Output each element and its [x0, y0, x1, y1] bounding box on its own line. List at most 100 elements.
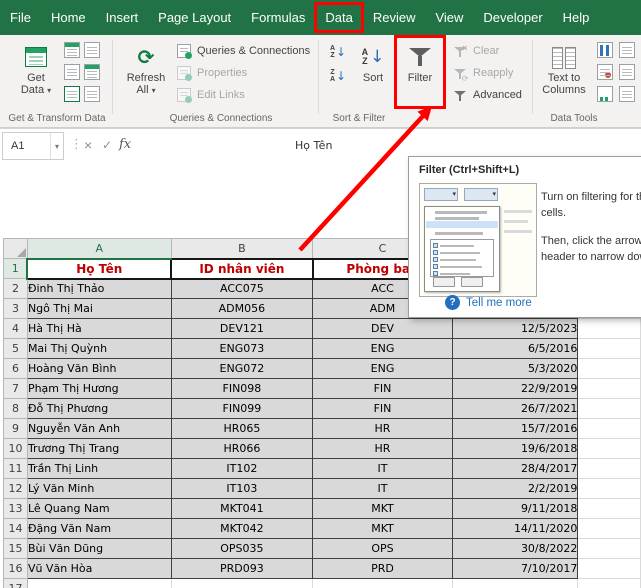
cell[interactable]: FIN099: [170, 398, 314, 419]
cell[interactable]: Họ Tên: [26, 257, 173, 280]
sort-button[interactable]: A Z ↓ Sort: [352, 38, 394, 110]
row-header-6[interactable]: 6: [3, 358, 28, 379]
from-web-icon[interactable]: [64, 64, 80, 80]
cell[interactable]: [577, 538, 641, 559]
tab-review[interactable]: Review: [363, 3, 426, 32]
cell[interactable]: Hà Thị Hà: [26, 318, 172, 339]
cell[interactable]: 19/6/2018: [451, 438, 579, 459]
cell[interactable]: 30/8/2022: [451, 538, 579, 559]
text-to-columns-button[interactable]: Text to Columns: [536, 38, 592, 110]
row-header-8[interactable]: 8: [3, 398, 28, 419]
cell[interactable]: ENG072: [170, 358, 314, 379]
tab-insert[interactable]: Insert: [96, 3, 149, 32]
cell[interactable]: [577, 378, 641, 399]
cell[interactable]: [577, 398, 641, 419]
cell[interactable]: [451, 578, 579, 588]
clear-filter-button[interactable]: × Clear: [452, 42, 499, 60]
cell[interactable]: Phạm Thị Hương: [26, 378, 172, 399]
cell[interactable]: Hoàng Văn Bình: [26, 358, 172, 379]
formula-bar-content[interactable]: Họ Tên: [295, 129, 332, 162]
cell[interactable]: MKT: [312, 518, 453, 539]
cell[interactable]: HR: [312, 418, 453, 439]
cell[interactable]: Trần Thị Linh: [26, 458, 172, 479]
column-header-B[interactable]: B: [170, 238, 314, 259]
properties-button[interactable]: Properties: [176, 64, 247, 82]
cell[interactable]: FIN: [312, 378, 453, 399]
remove-duplicates-icon[interactable]: [619, 42, 635, 58]
chevron-down-icon[interactable]: ▾: [49, 133, 63, 159]
cell[interactable]: ENG: [312, 338, 453, 359]
cell[interactable]: 9/11/2018: [451, 498, 579, 519]
cell[interactable]: DEV121: [170, 318, 314, 339]
enter-icon[interactable]: ✓: [102, 138, 112, 152]
reapply-filter-button[interactable]: ⟳ Reapply: [452, 64, 513, 83]
cell[interactable]: [577, 498, 641, 519]
cell[interactable]: [170, 578, 314, 588]
advanced-filter-button[interactable]: Advanced: [452, 86, 522, 104]
cell[interactable]: Đặng Văn Nam: [26, 518, 172, 539]
data-validation-icon[interactable]: [597, 64, 613, 80]
tab-help[interactable]: Help: [553, 3, 600, 32]
cell[interactable]: MKT042: [170, 518, 314, 539]
cell[interactable]: HR066: [170, 438, 314, 459]
cell[interactable]: MKT041: [170, 498, 314, 519]
row-header-14[interactable]: 14: [3, 518, 28, 539]
cell[interactable]: 28/4/2017: [451, 458, 579, 479]
cell[interactable]: Mai Thị Quỳnh: [26, 338, 172, 359]
row-header-9[interactable]: 9: [3, 418, 28, 439]
cell[interactable]: Trương Thị Trang: [26, 438, 172, 459]
cell[interactable]: IT: [312, 458, 453, 479]
sort-ascending-button[interactable]: A Z ↓: [325, 42, 351, 62]
cell[interactable]: ACC075: [170, 278, 314, 299]
cell[interactable]: [577, 358, 641, 379]
row-header-7[interactable]: 7: [3, 378, 28, 399]
cell[interactable]: Vũ Văn Hòa: [26, 558, 172, 579]
edit-links-button[interactable]: Edit Links: [176, 86, 245, 104]
recent-sources-icon[interactable]: [84, 42, 100, 58]
from-text-csv-icon[interactable]: [64, 42, 80, 58]
cell[interactable]: IT102: [170, 458, 314, 479]
row-header-13[interactable]: 13: [3, 498, 28, 519]
tell-me-more-link[interactable]: Tell me more: [466, 297, 532, 309]
row-header-12[interactable]: 12: [3, 478, 28, 499]
tab-data[interactable]: Data: [314, 2, 364, 33]
cell[interactable]: [577, 458, 641, 479]
cell[interactable]: Đỗ Thị Phương: [26, 398, 172, 419]
cell[interactable]: FIN098: [170, 378, 314, 399]
name-box[interactable]: A1 ▾: [2, 132, 64, 160]
row-header-1[interactable]: 1: [3, 258, 29, 279]
cell[interactable]: [577, 478, 641, 499]
row-header-2[interactable]: 2: [3, 278, 28, 299]
cell[interactable]: ID nhân viên: [170, 257, 314, 280]
tab-file[interactable]: File: [0, 3, 41, 32]
relationships-icon[interactable]: [597, 86, 613, 102]
cell[interactable]: ADM056: [170, 298, 314, 319]
cell[interactable]: HR065: [170, 418, 314, 439]
cell[interactable]: Nguyễn Văn Anh: [26, 418, 172, 439]
select-all-corner[interactable]: [3, 238, 28, 259]
cell[interactable]: OPS035: [170, 538, 314, 559]
cell[interactable]: 22/9/2019: [451, 378, 579, 399]
tab-page-layout[interactable]: Page Layout: [148, 3, 241, 32]
row-header-4[interactable]: 4: [3, 318, 28, 339]
cell[interactable]: 2/2/2019: [451, 478, 579, 499]
cell[interactable]: PRD: [312, 558, 453, 579]
tab-view[interactable]: View: [425, 3, 473, 32]
cell[interactable]: 7/10/2017: [451, 558, 579, 579]
cell[interactable]: ENG: [312, 358, 453, 379]
cell[interactable]: Lê Quang Nam: [26, 498, 172, 519]
row-header-5[interactable]: 5: [3, 338, 28, 359]
cell[interactable]: [577, 338, 641, 359]
get-data-button[interactable]: Get Data ▾: [12, 38, 60, 110]
row-header-11[interactable]: 11: [3, 458, 28, 479]
cell[interactable]: MKT: [312, 498, 453, 519]
tab-formulas[interactable]: Formulas: [241, 3, 315, 32]
cell[interactable]: 15/7/2016: [451, 418, 579, 439]
cell[interactable]: FIN: [312, 398, 453, 419]
cell[interactable]: 5/3/2020: [451, 358, 579, 379]
cell[interactable]: Ngô Thị Mai: [26, 298, 172, 319]
queries-connections-button[interactable]: Queries & Connections: [176, 42, 310, 60]
cell[interactable]: OPS: [312, 538, 453, 559]
cell[interactable]: [26, 578, 172, 588]
cell[interactable]: 26/7/2021: [451, 398, 579, 419]
